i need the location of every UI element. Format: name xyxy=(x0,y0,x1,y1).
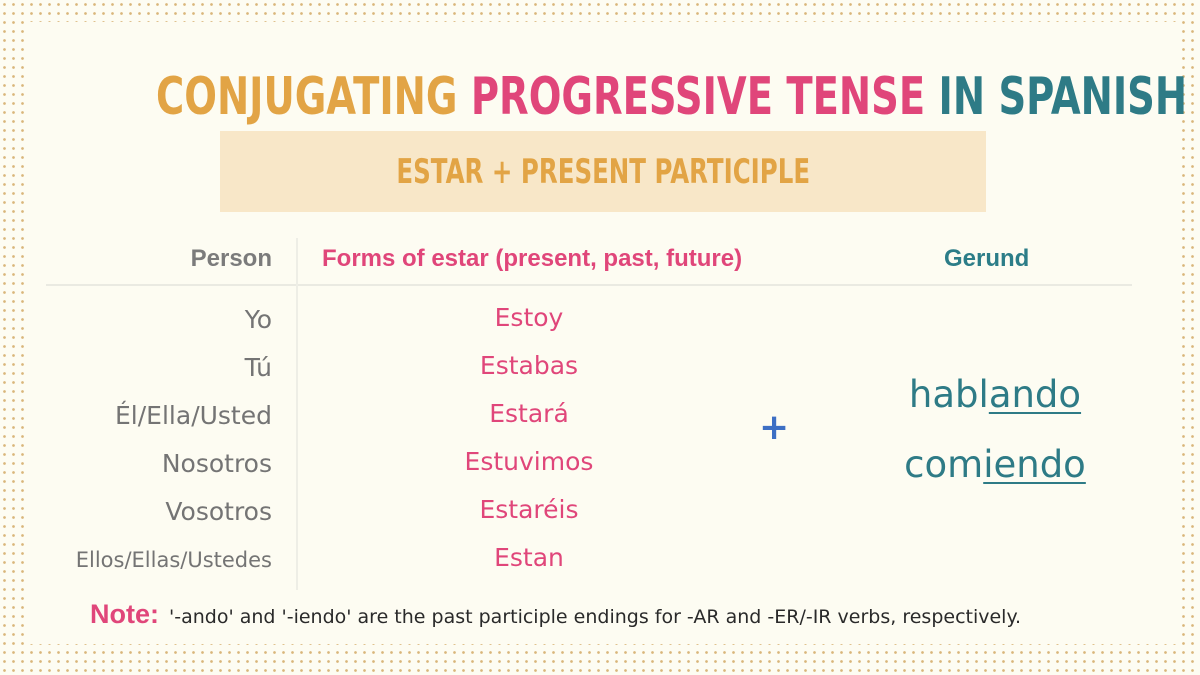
estar-form-cell: Estará xyxy=(489,399,569,428)
gerund-stem: com xyxy=(904,443,984,486)
person-column: Yo Tú Él/Ella/Usted Nosotros Vosotros El… xyxy=(76,296,272,584)
person-cell: Ellos/Ellas/Ustedes xyxy=(75,548,272,572)
note-label: Note: xyxy=(90,599,159,629)
person-cell: Nosotros xyxy=(161,449,272,478)
formula-banner: ESTAR + PRESENT PARTICIPLE xyxy=(220,131,986,212)
person-cell: Él/Ella/Usted xyxy=(115,401,272,430)
estar-forms-column: Estoy Estabas Estará Estuvimos Estaréis … xyxy=(429,294,629,582)
title-part-in-spanish: IN SPANISH xyxy=(938,66,1188,127)
note: Note: '-ando' and '-iendo' are the past p… xyxy=(90,598,1021,635)
formula-text: ESTAR + PRESENT PARTICIPLE xyxy=(396,151,810,192)
person-cell: Yo xyxy=(244,305,272,334)
note-text: '-ando' and '-iendo' are the past partic… xyxy=(169,606,1022,628)
header-forms-of-estar: Forms of estar (present, past, future) xyxy=(322,245,743,272)
person-cell: Tú xyxy=(244,353,272,382)
title-part-conjugating: CONJUGATING xyxy=(156,66,471,127)
gerund-stem: habl xyxy=(908,373,989,416)
gerund-ending: ando xyxy=(988,373,1082,416)
estar-form-cell: Estabas xyxy=(479,351,579,380)
plus-icon: + xyxy=(759,407,790,448)
page-title: CONJUGATING PROGRESSIVE TENSE IN SPANISH xyxy=(156,71,1187,123)
column-divider xyxy=(296,238,298,590)
title-part-progressive-tense: PROGRESSIVE TENSE xyxy=(470,66,939,127)
gerund-ending: iendo xyxy=(983,443,1086,486)
gerund-example-hablando: hablando xyxy=(880,372,1110,418)
header-gerund: Gerund xyxy=(944,245,1030,272)
header-person: Person xyxy=(190,245,272,272)
estar-form-cell: Estaréis xyxy=(479,495,579,524)
estar-form-cell: Estan xyxy=(494,543,564,572)
estar-form-cell: Estoy xyxy=(494,303,564,332)
estar-form-cell: Estuvimos xyxy=(464,447,594,476)
header-divider xyxy=(46,284,1132,286)
gerund-example-comiendo: comiendo xyxy=(880,442,1110,488)
person-cell: Vosotros xyxy=(165,497,272,526)
